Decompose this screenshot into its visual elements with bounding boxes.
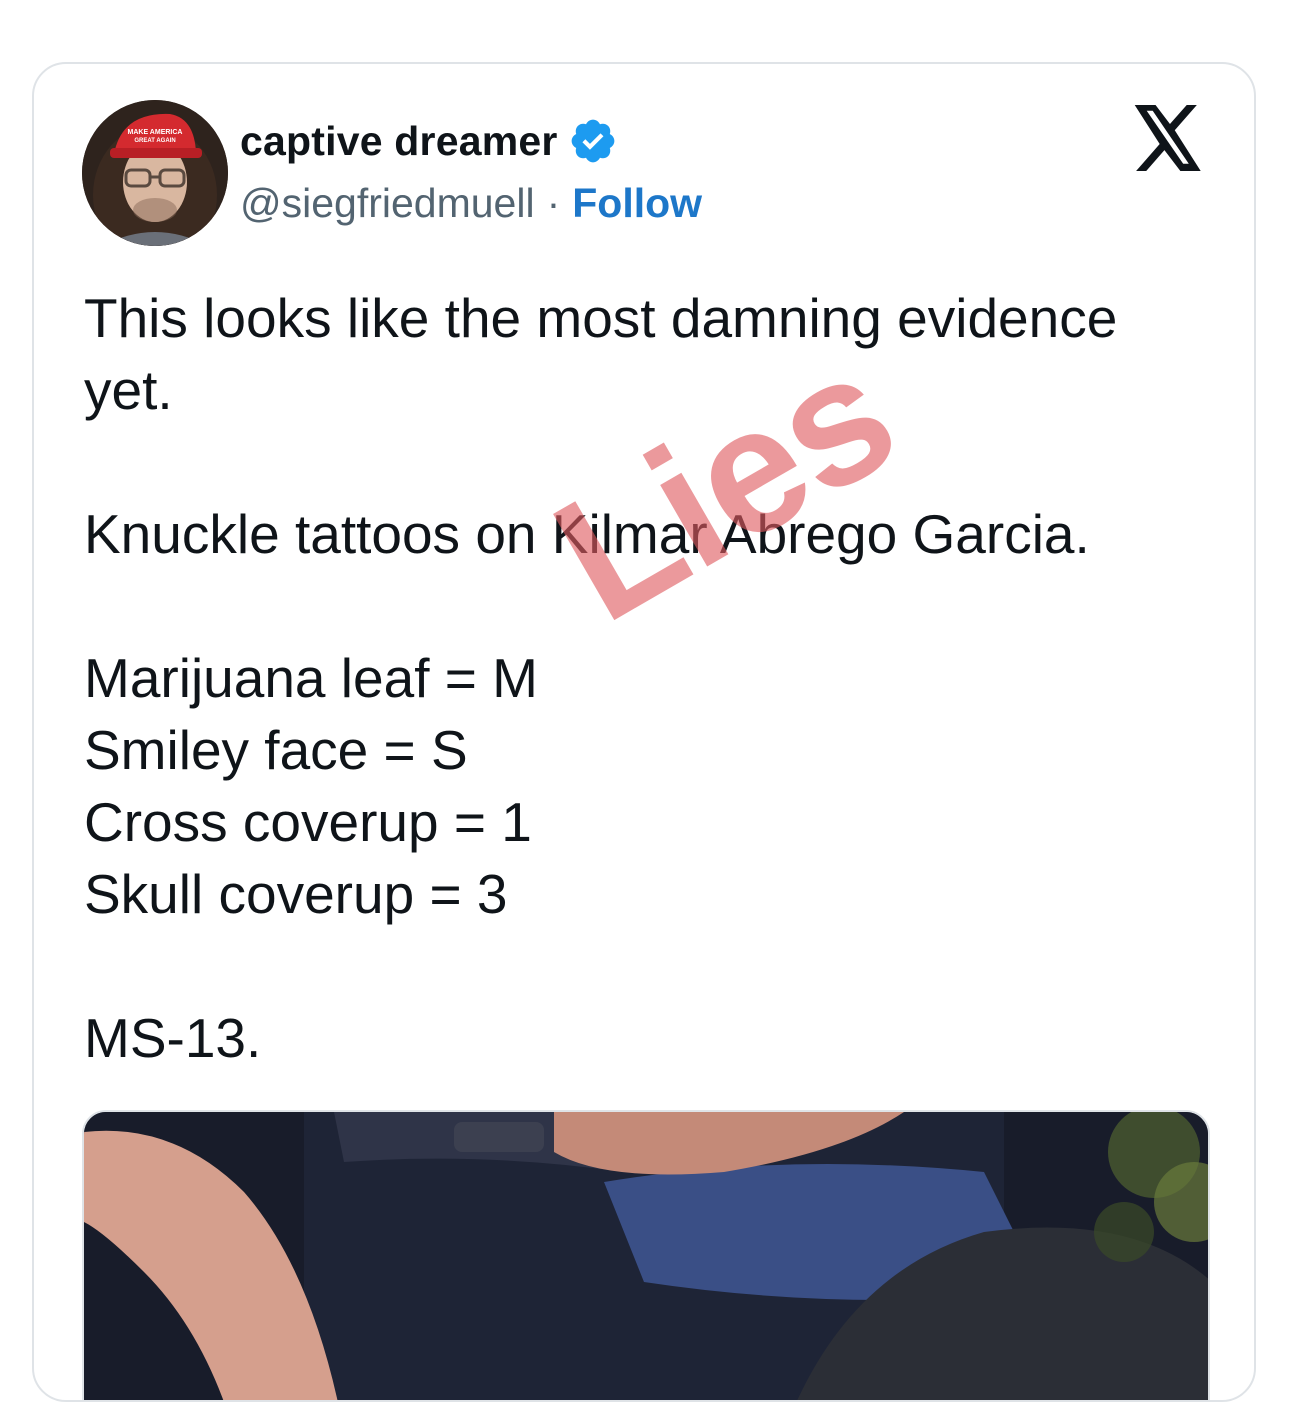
author-avatar[interactable]: MAKE AMERICA GREAT AGAIN: [82, 100, 228, 246]
author-handle-row: @siegfriedmuell · Follow: [240, 180, 702, 227]
author-name-row: captive dreamer: [240, 116, 618, 166]
tweet-line-6: Smiley face = S: [84, 719, 468, 781]
tweet-line-3: Knuckle tattoos on Kilmar Abrego Garcia.: [84, 503, 1090, 565]
follow-button[interactable]: Follow: [572, 180, 702, 227]
tweet-line-10: MS-13.: [84, 1007, 262, 1069]
svg-text:GREAT AGAIN: GREAT AGAIN: [134, 138, 175, 144]
separator-dot: ·: [546, 180, 561, 226]
tweet-line-7: Cross coverup = 1: [84, 791, 532, 853]
verified-badge-icon: [568, 116, 618, 166]
tweet-line-8: Skull coverup = 3: [84, 863, 508, 925]
tweet-line-gap: [84, 426, 1214, 498]
svg-text:MAKE AMERICA: MAKE AMERICA: [128, 129, 183, 136]
tweet-line-5: Marijuana leaf = M: [84, 647, 538, 709]
tweet-card: MAKE AMERICA GREAT AGAIN captive dreamer…: [32, 62, 1256, 1402]
tweet-text: This looks like the most damning evidenc…: [84, 282, 1214, 1074]
author-display-name[interactable]: captive dreamer: [240, 118, 558, 165]
tweet-media-photo[interactable]: [82, 1110, 1210, 1400]
tweet-line-gap: [84, 930, 1214, 1002]
author-handle[interactable]: @siegfriedmuell: [240, 180, 535, 227]
tweet-line-1: This looks like the most damning evidenc…: [84, 287, 1118, 421]
tweet-line-gap: [84, 570, 1214, 642]
x-logo-icon[interactable]: [1132, 104, 1204, 172]
